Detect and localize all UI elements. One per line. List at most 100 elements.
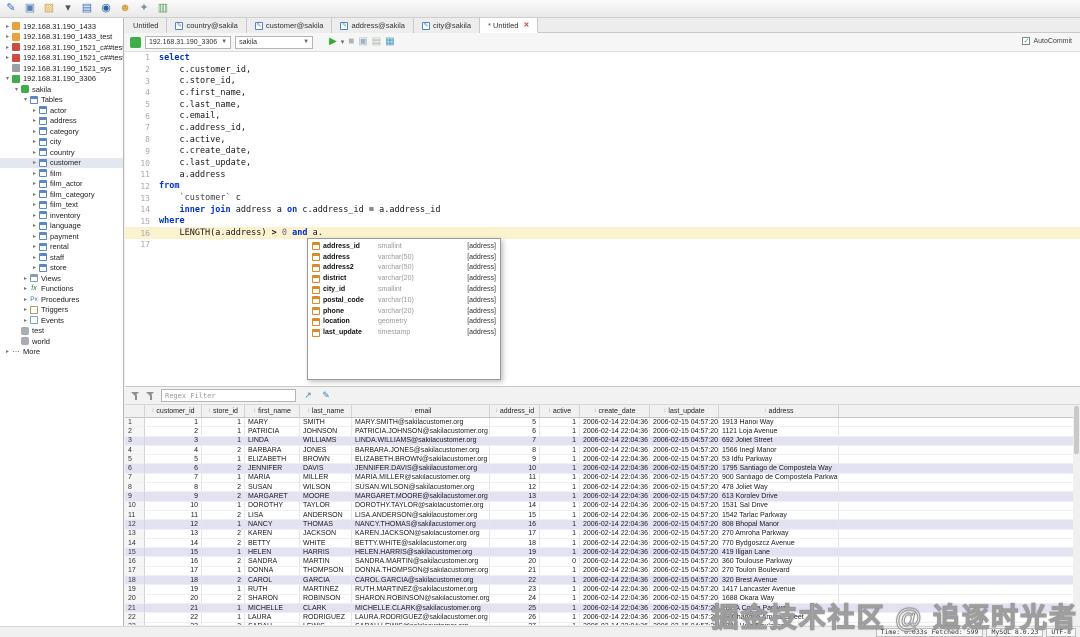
sidebar-item-language[interactable]: ▸ language [0,221,123,232]
table-cell[interactable]: SARAH.LEWIS@sakilacustomer.org [352,622,490,625]
table-cell[interactable]: LAURA.RODRIGUEZ@sakilacustomer.org [352,613,490,623]
table-cell[interactable]: 1 [540,473,580,484]
table-cell[interactable]: 1 [540,603,580,614]
tree-collapsed-icon[interactable]: ▸ [30,159,39,166]
table-cell[interactable]: 1 [145,418,202,428]
table-cell[interactable]: 2006-02-14 22:04:36 [580,548,650,558]
table-cell[interactable]: 2006-02-14 22:04:36 [580,566,650,577]
table-cell[interactable]: 2006-02-14 22:04:36 [580,464,650,474]
table-cell[interactable]: 2006-02-15 04:57:20 [650,455,719,465]
table-cell[interactable]: 25 [490,603,540,614]
table-cell[interactable]: 14 [145,538,202,549]
row-number-cell[interactable]: 20 [125,594,145,604]
table-cell[interactable]: 2006-02-15 04:57:20 [650,501,719,511]
table-cell[interactable]: 5 [145,455,202,465]
tree-collapsed-icon[interactable]: ▸ [30,212,39,219]
row-number-cell[interactable]: 15 [125,548,145,558]
table-cell[interactable]: MOORE [300,492,352,502]
row-number-cell[interactable]: 4 [125,445,145,456]
clear-filter-icon[interactable] [146,391,155,400]
table-cell[interactable]: 2 [202,538,245,549]
table-cell[interactable]: 6 [145,464,202,474]
sidebar-item-rental[interactable]: ▸ rental [0,242,123,253]
row-number-cell[interactable]: 5 [125,455,145,465]
tree-collapsed-icon[interactable]: ▸ [30,243,39,250]
table-cell[interactable]: 1 [202,585,245,595]
sidebar-item-192-168-31-190-1433-test[interactable]: ▸ 192.168.31.190_1433_test [0,32,123,43]
table-cell[interactable]: 15 [145,548,202,558]
autocomplete-item-last_update[interactable]: last_update timestamp [address] [308,327,500,338]
table-cell[interactable]: MARIA.MILLER@sakilacustomer.org [352,473,490,484]
table-cell[interactable]: 1 [540,613,580,623]
tree-collapsed-icon[interactable]: ▸ [3,348,12,355]
table-cell[interactable]: CLARK [300,603,352,614]
table-cell[interactable]: LINDA.WILLIAMS@sakilacustomer.org [352,436,490,446]
table-cell[interactable]: MARGARET.MOORE@sakilacustomer.org [352,492,490,502]
row-number-cell[interactable]: 3 [125,436,145,446]
table-row[interactable]: 16 16 2 SANDRA MARTIN SANDRA.MARTIN@sakilacus… [125,557,1080,567]
row-number-cell[interactable]: 2 [125,427,145,437]
table-cell[interactable]: 23 [490,585,540,595]
table-cell[interactable]: 2006-02-15 04:57:20 [650,464,719,474]
sidebar-item-procedures[interactable]: ▸ Px Procedures [0,294,123,305]
sidebar-item-test[interactable]: test [0,326,123,337]
table-cell[interactable]: 2006-02-15 04:57:20 [650,585,719,595]
table-cell[interactable]: WILSON [300,483,352,493]
table-row[interactable]: 12 12 1 NANCY THOMAS NANCY.THOMAS@sakilacusto… [125,520,1080,530]
table-cell[interactable]: 2 [202,529,245,539]
tree-expanded-icon[interactable]: ▾ [21,96,30,103]
save-icon[interactable]: ▤ [80,2,94,16]
table-cell[interactable]: 16 [145,557,202,567]
table-cell[interactable]: 2006-02-15 04:57:20 [650,548,719,558]
table-cell[interactable]: 2 [202,594,245,604]
tree-collapsed-icon[interactable]: ▸ [3,33,12,40]
table-cell[interactable]: ROBINSON [300,594,352,604]
sidebar-item-actor[interactable]: ▸ actor [0,105,123,116]
sort-icon[interactable]: ↕ [764,408,767,414]
table-cell[interactable]: 1 [540,418,580,428]
table-cell[interactable]: 0 [540,557,580,567]
table-cell[interactable]: 2 [202,557,245,567]
table-cell[interactable]: BETTY [245,538,300,549]
table-cell[interactable]: 23 [145,622,202,625]
table-cell[interactable]: 419 Iligan Lane [719,548,839,558]
editor-line-14[interactable]: 14 inner join address a on c.address_id … [125,204,1080,216]
table-cell[interactable]: 17 [490,529,540,539]
editor-line-13[interactable]: 13 `customer` c [125,192,1080,204]
tab-address@sakila[interactable]: ✎ address@sakila [332,18,414,33]
table-cell[interactable]: 22 [490,576,540,586]
autocomplete-item-city_id[interactable]: city_id smallint [address] [308,284,500,295]
table-cell[interactable]: 1 [540,492,580,502]
table-cell[interactable]: 2006-02-15 04:57:20 [650,492,719,502]
table-cell[interactable]: CAROL.GARCIA@sakilacustomer.org [352,576,490,586]
table-cell[interactable]: 2006-02-14 22:04:36 [580,418,650,428]
run-button[interactable]: ▶ [329,37,337,47]
table-cell[interactable]: MILLER [300,473,352,484]
table-cell[interactable]: SUSAN.WILSON@sakilacustomer.org [352,483,490,493]
table-cell[interactable]: CAROL [245,576,300,586]
editor-line-16[interactable]: 16 LENGTH(a.address) > 0 and a. [125,227,1080,239]
table-cell[interactable]: 3 [145,436,202,446]
table-cell[interactable]: 770 Bydgoszcz Avenue [719,538,839,549]
sidebar-item-192-168-31-190-1521-c-test2[interactable]: ▸ 192.168.31.190_1521_c##test2 [0,53,123,64]
sort-icon[interactable]: ↕ [410,408,413,414]
sort-icon[interactable]: ↕ [495,408,498,414]
table-cell[interactable]: DOROTHY.TAYLOR@sakilacustomer.org [352,501,490,511]
table-cell[interactable]: 2006-02-14 22:04:36 [580,594,650,604]
table-cell[interactable]: 1 [540,501,580,511]
sidebar-item-192-168-31-190-1433[interactable]: ▸ 192.168.31.190_1433 [0,21,123,32]
table-cell[interactable]: PATRICIA [245,427,300,437]
table-cell[interactable]: 2006-02-14 22:04:36 [580,538,650,549]
table-cell[interactable]: 2006-02-15 04:57:20 [650,473,719,484]
table-cell[interactable]: 1 [540,529,580,539]
sort-icon[interactable]: ↕ [307,408,310,414]
table-cell[interactable]: 1 [540,622,580,625]
table-cell[interactable]: 2 [202,445,245,456]
table-cell[interactable]: JENNIFER [245,464,300,474]
table-cell[interactable]: MARTINEZ [300,585,352,595]
table-row[interactable]: 9 9 2 MARGARET MOORE MARGARET.MOORE@sakilacus… [125,492,1080,502]
autocomplete-item-location[interactable]: location geometry [address] [308,317,500,328]
row-number-cell[interactable]: 21 [125,603,145,614]
autocomplete-item-address[interactable]: address varchar(50) [address] [308,252,500,263]
table-cell[interactable]: 2006-02-14 22:04:36 [580,501,650,511]
